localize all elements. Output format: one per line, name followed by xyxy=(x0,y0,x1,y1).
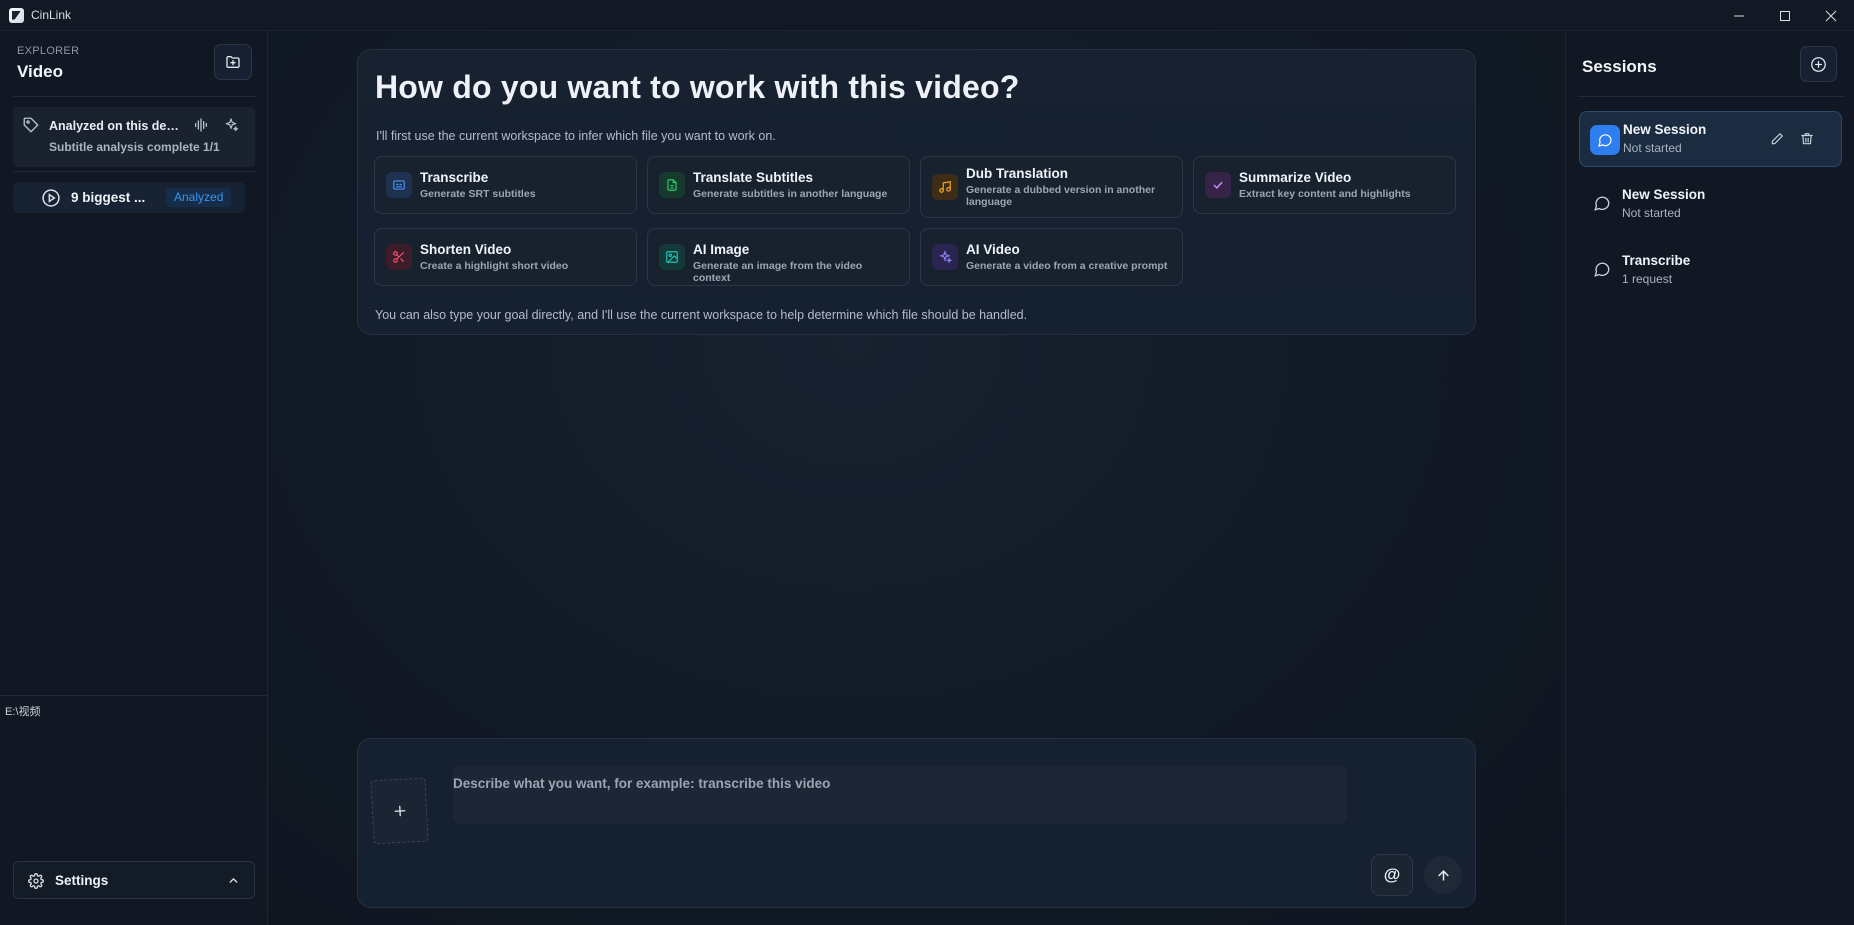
session-title: Transcribe xyxy=(1622,253,1691,268)
chat-bubble-icon xyxy=(1594,196,1610,211)
action-desc: Generate an image from the video context xyxy=(693,260,863,284)
trash-icon[interactable] xyxy=(1800,132,1814,146)
workspace-path: E:\视频 xyxy=(5,706,41,718)
title-bar: CinLink xyxy=(0,0,1854,31)
mention-button[interactable]: @ xyxy=(1371,854,1413,896)
maximize-icon xyxy=(1780,10,1790,21)
sparkle-icon[interactable] xyxy=(223,117,239,133)
welcome-subtitle: I'll first use the current workspace to … xyxy=(376,129,776,143)
action-desc: Extract key content and highlights xyxy=(1239,188,1411,200)
minimize-icon xyxy=(1734,15,1744,16)
session-status: 1 request xyxy=(1622,272,1673,286)
sidebar-divider xyxy=(0,695,268,696)
arrow-up-icon xyxy=(1437,869,1449,881)
file-item[interactable]: 9 biggest ... Analyzed xyxy=(13,182,245,213)
session-title: New Session xyxy=(1622,187,1706,202)
action-desc: Generate a dubbed version in another lan… xyxy=(966,184,1156,208)
app-title: CinLink xyxy=(31,8,72,22)
audio-wave-icon[interactable] xyxy=(193,117,209,133)
folder-plus-icon xyxy=(226,56,240,68)
action-desc: Generate SRT subtitles xyxy=(420,188,536,200)
welcome-card: How do you want to work with this video?… xyxy=(357,49,1476,335)
tag-icon xyxy=(23,117,39,133)
send-button[interactable] xyxy=(1424,856,1462,894)
analysis-status-card[interactable]: Analyzed on this dev... Subtitle analysi… xyxy=(13,107,255,167)
action-desc: Generate a video from a creative prompt xyxy=(966,260,1168,272)
plus-icon xyxy=(394,805,405,817)
welcome-footer: You can also type your goal directly, an… xyxy=(375,308,1028,322)
action-dub-translation[interactable]: Dub Translation Generate a dubbed versio… xyxy=(920,156,1183,218)
action-translate-subtitles[interactable]: Translate Subtitles Generate subtitles i… xyxy=(647,156,910,214)
analysis-title: Analyzed on this dev... xyxy=(49,119,179,133)
action-title: AI Video xyxy=(966,242,1020,257)
action-title: Translate Subtitles xyxy=(693,170,814,185)
session-title: New Session xyxy=(1623,122,1707,137)
play-icon xyxy=(42,189,60,207)
settings-button[interactable]: Settings xyxy=(13,861,255,899)
analysis-subtitle: Subtitle analysis complete 1/1 xyxy=(49,140,220,154)
chevron-up-icon xyxy=(229,878,238,883)
gear-icon xyxy=(28,873,44,889)
close-icon xyxy=(1825,10,1837,21)
maximize-button[interactable] xyxy=(1762,0,1808,31)
prompt-input[interactable] xyxy=(453,766,1347,824)
check-icon xyxy=(1205,172,1231,198)
action-title: Transcribe xyxy=(420,170,489,185)
sessions-divider xyxy=(1578,96,1844,97)
action-summarize-video[interactable]: Summarize Video Extract key content and … xyxy=(1193,156,1456,214)
sparkle-icon xyxy=(932,244,958,270)
status-badge: Analyzed xyxy=(166,188,232,207)
action-title: Summarize Video xyxy=(1239,170,1352,185)
plus-circle-icon xyxy=(1811,56,1826,72)
action-title: Shorten Video xyxy=(420,242,512,257)
action-desc: Generate subtitles in another language xyxy=(693,188,888,200)
minimize-button[interactable] xyxy=(1716,0,1762,31)
sidebar-divider xyxy=(13,171,255,172)
action-desc: Create a highlight short video xyxy=(420,260,569,272)
at-sign-icon: @ xyxy=(1383,865,1401,884)
session-item[interactable]: Transcribe 1 request xyxy=(1579,243,1842,299)
sessions-title: Sessions xyxy=(1582,57,1657,76)
action-title: AI Image xyxy=(693,242,750,257)
file-name: 9 biggest ... xyxy=(71,190,146,205)
chat-bubble-icon xyxy=(1590,125,1620,155)
settings-label: Settings xyxy=(55,873,109,888)
action-shorten-video[interactable]: Shorten Video Create a highlight short v… xyxy=(374,228,637,286)
new-session-button[interactable] xyxy=(1800,46,1837,82)
composer: Describe what you want, for example: tra… xyxy=(357,738,1476,908)
window-controls xyxy=(1716,0,1854,31)
action-ai-video[interactable]: AI Video Generate a video from a creativ… xyxy=(920,228,1183,286)
close-button[interactable] xyxy=(1808,0,1854,31)
explorer-sidebar: EXPLORER Video Analyzed on this dev... S… xyxy=(0,31,268,925)
main-area: How do you want to work with this video?… xyxy=(268,31,1565,925)
sidebar-divider xyxy=(13,96,255,97)
folder-title: Video xyxy=(17,62,63,81)
action-ai-image[interactable]: AI Image Generate an image from the vide… xyxy=(647,228,910,286)
music-note-icon xyxy=(932,174,958,200)
sessions-panel: Sessions New Session Not started New Ses… xyxy=(1565,31,1854,925)
image-icon xyxy=(659,244,685,270)
session-item[interactable]: New Session Not started xyxy=(1579,111,1842,167)
session-status: Not started xyxy=(1623,141,1682,155)
session-item[interactable]: New Session Not started xyxy=(1579,177,1842,233)
open-folder-button[interactable] xyxy=(214,44,252,80)
app-logo-icon xyxy=(9,7,24,23)
action-title: Dub Translation xyxy=(966,166,1069,181)
action-transcribe[interactable]: Transcribe Generate SRT subtitles xyxy=(374,156,637,214)
subtitles-icon xyxy=(386,172,412,198)
pencil-icon[interactable] xyxy=(1770,132,1784,146)
explorer-label: EXPLORER xyxy=(17,45,80,57)
attach-button[interactable] xyxy=(370,777,429,845)
scissors-icon xyxy=(386,244,412,270)
page-title: How do you want to work with this video? xyxy=(375,69,1020,105)
session-status: Not started xyxy=(1622,206,1681,220)
prompt-field[interactable]: Describe what you want, for example: tra… xyxy=(453,766,1347,824)
chat-bubble-icon xyxy=(1594,262,1610,277)
document-icon xyxy=(659,172,685,198)
